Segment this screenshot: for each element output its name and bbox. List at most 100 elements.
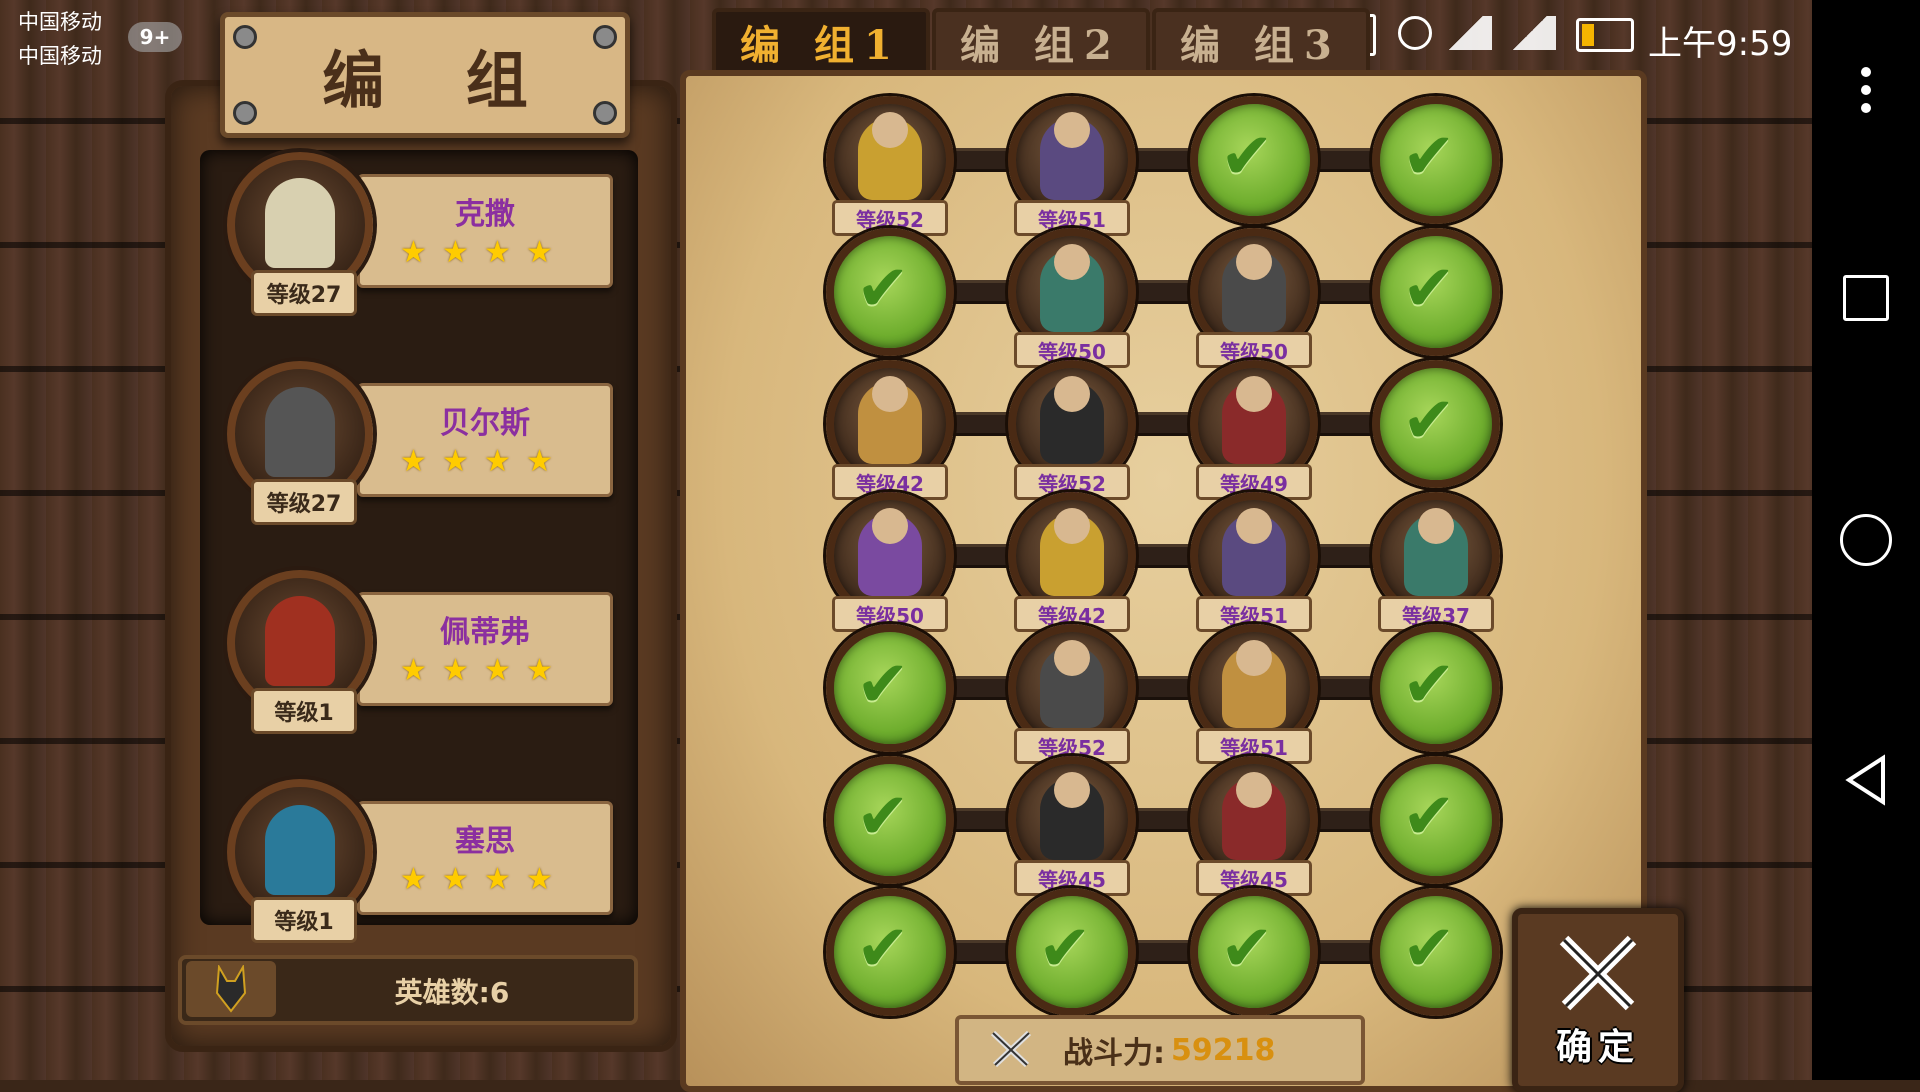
hero-level-badge: 等级1 bbox=[251, 688, 357, 734]
confirm-button[interactable]: 确定 bbox=[1512, 908, 1684, 1092]
star-icon: ★ bbox=[442, 653, 469, 688]
carrier-2: 中国移动 bbox=[18, 44, 102, 68]
unit-figure bbox=[858, 376, 922, 464]
back-icon[interactable] bbox=[1812, 750, 1920, 810]
unit-figure bbox=[1040, 112, 1104, 200]
unit-head bbox=[1054, 640, 1090, 676]
unit-head bbox=[1236, 640, 1272, 676]
formation-slot-empty[interactable]: ✔ bbox=[826, 888, 954, 1016]
hero-level-badge: 等级27 bbox=[251, 270, 357, 316]
hero-count-label: 英雄数:6 bbox=[394, 976, 510, 1009]
unit-figure bbox=[1222, 244, 1286, 332]
formation-slot-empty[interactable]: ✔ bbox=[1190, 888, 1318, 1016]
formation-slot-empty[interactable]: ✔ bbox=[1372, 624, 1500, 752]
hero-stars: ★ ★ ★ ★ bbox=[400, 444, 554, 479]
unit-head bbox=[1236, 508, 1272, 544]
formation-slot-empty[interactable]: ✔ bbox=[1372, 96, 1500, 224]
star-icon: ★ bbox=[442, 444, 469, 479]
star-icon: ★ bbox=[400, 235, 427, 270]
unit-head bbox=[1054, 112, 1090, 148]
hero-banner: 贝尔斯 ★ ★ ★ ★ bbox=[357, 383, 613, 497]
carrier-1: 中国移动 bbox=[18, 10, 102, 34]
hero-count-bar: 英雄数:6 bbox=[178, 955, 638, 1025]
hero-card[interactable]: 塞思 ★ ★ ★ ★ 等级1 bbox=[207, 779, 613, 943]
signal-2g-icon bbox=[1504, 16, 1556, 50]
recent-apps-icon[interactable] bbox=[1812, 268, 1920, 328]
unit-figure bbox=[1040, 376, 1104, 464]
star-icon: ★ bbox=[484, 653, 511, 688]
hero-stars: ★ ★ ★ ★ bbox=[400, 235, 554, 270]
combat-power-bar: 战斗力: 59218 bbox=[955, 1015, 1365, 1085]
checkmark-icon: ✔ bbox=[1402, 252, 1456, 326]
checkmark-icon: ✔ bbox=[856, 648, 910, 722]
tab-formation-2[interactable]: 编 组2 bbox=[932, 8, 1150, 76]
hero-name: 贝尔斯 bbox=[440, 406, 530, 441]
alarm-icon bbox=[1398, 16, 1432, 50]
hero-name: 塞思 bbox=[455, 824, 515, 859]
star-icon: ★ bbox=[442, 862, 469, 897]
formation-slot-empty[interactable]: ✔ bbox=[1372, 360, 1500, 488]
formation-slot-empty[interactable]: ✔ bbox=[826, 756, 954, 884]
signal-4g-icon bbox=[1440, 16, 1492, 50]
hero-banner: 佩蒂弗 ★ ★ ★ ★ bbox=[357, 592, 613, 706]
star-icon: ★ bbox=[526, 235, 553, 270]
formation-slot-empty[interactable]: ✔ bbox=[1372, 888, 1500, 1016]
unit-figure bbox=[858, 112, 922, 200]
swords-icon bbox=[989, 1029, 1033, 1073]
formation-slot-empty[interactable]: ✔ bbox=[1372, 228, 1500, 356]
hero-figure bbox=[265, 805, 335, 895]
unit-figure bbox=[1404, 508, 1468, 596]
tab-formation-3[interactable]: 编 组3 bbox=[1152, 8, 1370, 76]
checkmark-icon: ✔ bbox=[856, 912, 910, 986]
home-icon[interactable] bbox=[1812, 510, 1920, 570]
tab-formation-1[interactable]: 编 组1 bbox=[712, 8, 930, 76]
checkmark-icon: ✔ bbox=[1220, 120, 1274, 194]
formation-slot-empty[interactable]: ✔ bbox=[826, 624, 954, 752]
checkmark-icon: ✔ bbox=[1402, 780, 1456, 854]
star-icon: ★ bbox=[400, 862, 427, 897]
formation-slot-empty[interactable]: ✔ bbox=[826, 228, 954, 356]
unit-head bbox=[1054, 772, 1090, 808]
hero-card[interactable]: 贝尔斯 ★ ★ ★ ★ 等级27 bbox=[207, 361, 613, 525]
unit-head bbox=[1054, 244, 1090, 280]
hero-level-badge: 等级1 bbox=[251, 897, 357, 943]
hero-card[interactable]: 克撒 ★ ★ ★ ★ 等级27 bbox=[207, 152, 613, 316]
unit-figure bbox=[1222, 508, 1286, 596]
unit-figure bbox=[1040, 772, 1104, 860]
battery-icon bbox=[1576, 18, 1634, 52]
combat-power-value: 59218 bbox=[1171, 1032, 1276, 1068]
hero-figure bbox=[265, 596, 335, 686]
unit-figure bbox=[1222, 376, 1286, 464]
hero-level-badge: 等级27 bbox=[251, 479, 357, 525]
unit-figure bbox=[1040, 508, 1104, 596]
formation-slot-empty[interactable]: ✔ bbox=[1008, 888, 1136, 1016]
unit-head bbox=[872, 112, 908, 148]
star-icon: ★ bbox=[526, 653, 553, 688]
hero-name: 克撒 bbox=[455, 197, 515, 232]
unit-figure bbox=[1222, 640, 1286, 728]
confirm-label: 确定 bbox=[1555, 1026, 1640, 1068]
formation-slot-empty[interactable]: ✔ bbox=[1190, 96, 1318, 224]
hero-name: 佩蒂弗 bbox=[440, 615, 530, 650]
checkmark-icon: ✔ bbox=[1220, 912, 1274, 986]
checkmark-icon: ✔ bbox=[1402, 648, 1456, 722]
unit-figure bbox=[1222, 772, 1286, 860]
hero-stars: ★ ★ ★ ★ bbox=[400, 653, 554, 688]
more-options-icon[interactable] bbox=[1812, 60, 1920, 120]
checkmark-icon: ✔ bbox=[1038, 912, 1092, 986]
hero-banner: 塞思 ★ ★ ★ ★ bbox=[357, 801, 613, 915]
star-icon: ★ bbox=[484, 444, 511, 479]
unit-head bbox=[1054, 376, 1090, 412]
checkmark-icon: ✔ bbox=[1402, 912, 1456, 986]
checkmark-icon: ✔ bbox=[1402, 384, 1456, 458]
navigation-bar bbox=[1812, 0, 1920, 1080]
unit-head bbox=[872, 508, 908, 544]
star-icon: ★ bbox=[526, 444, 553, 479]
star-icon: ★ bbox=[484, 862, 511, 897]
unit-figure bbox=[1040, 640, 1104, 728]
unit-head bbox=[1236, 244, 1272, 280]
star-icon: ★ bbox=[400, 444, 427, 479]
formation-slot-empty[interactable]: ✔ bbox=[1372, 756, 1500, 884]
hero-card[interactable]: 佩蒂弗 ★ ★ ★ ★ 等级1 bbox=[207, 570, 613, 734]
unit-head bbox=[1418, 508, 1454, 544]
